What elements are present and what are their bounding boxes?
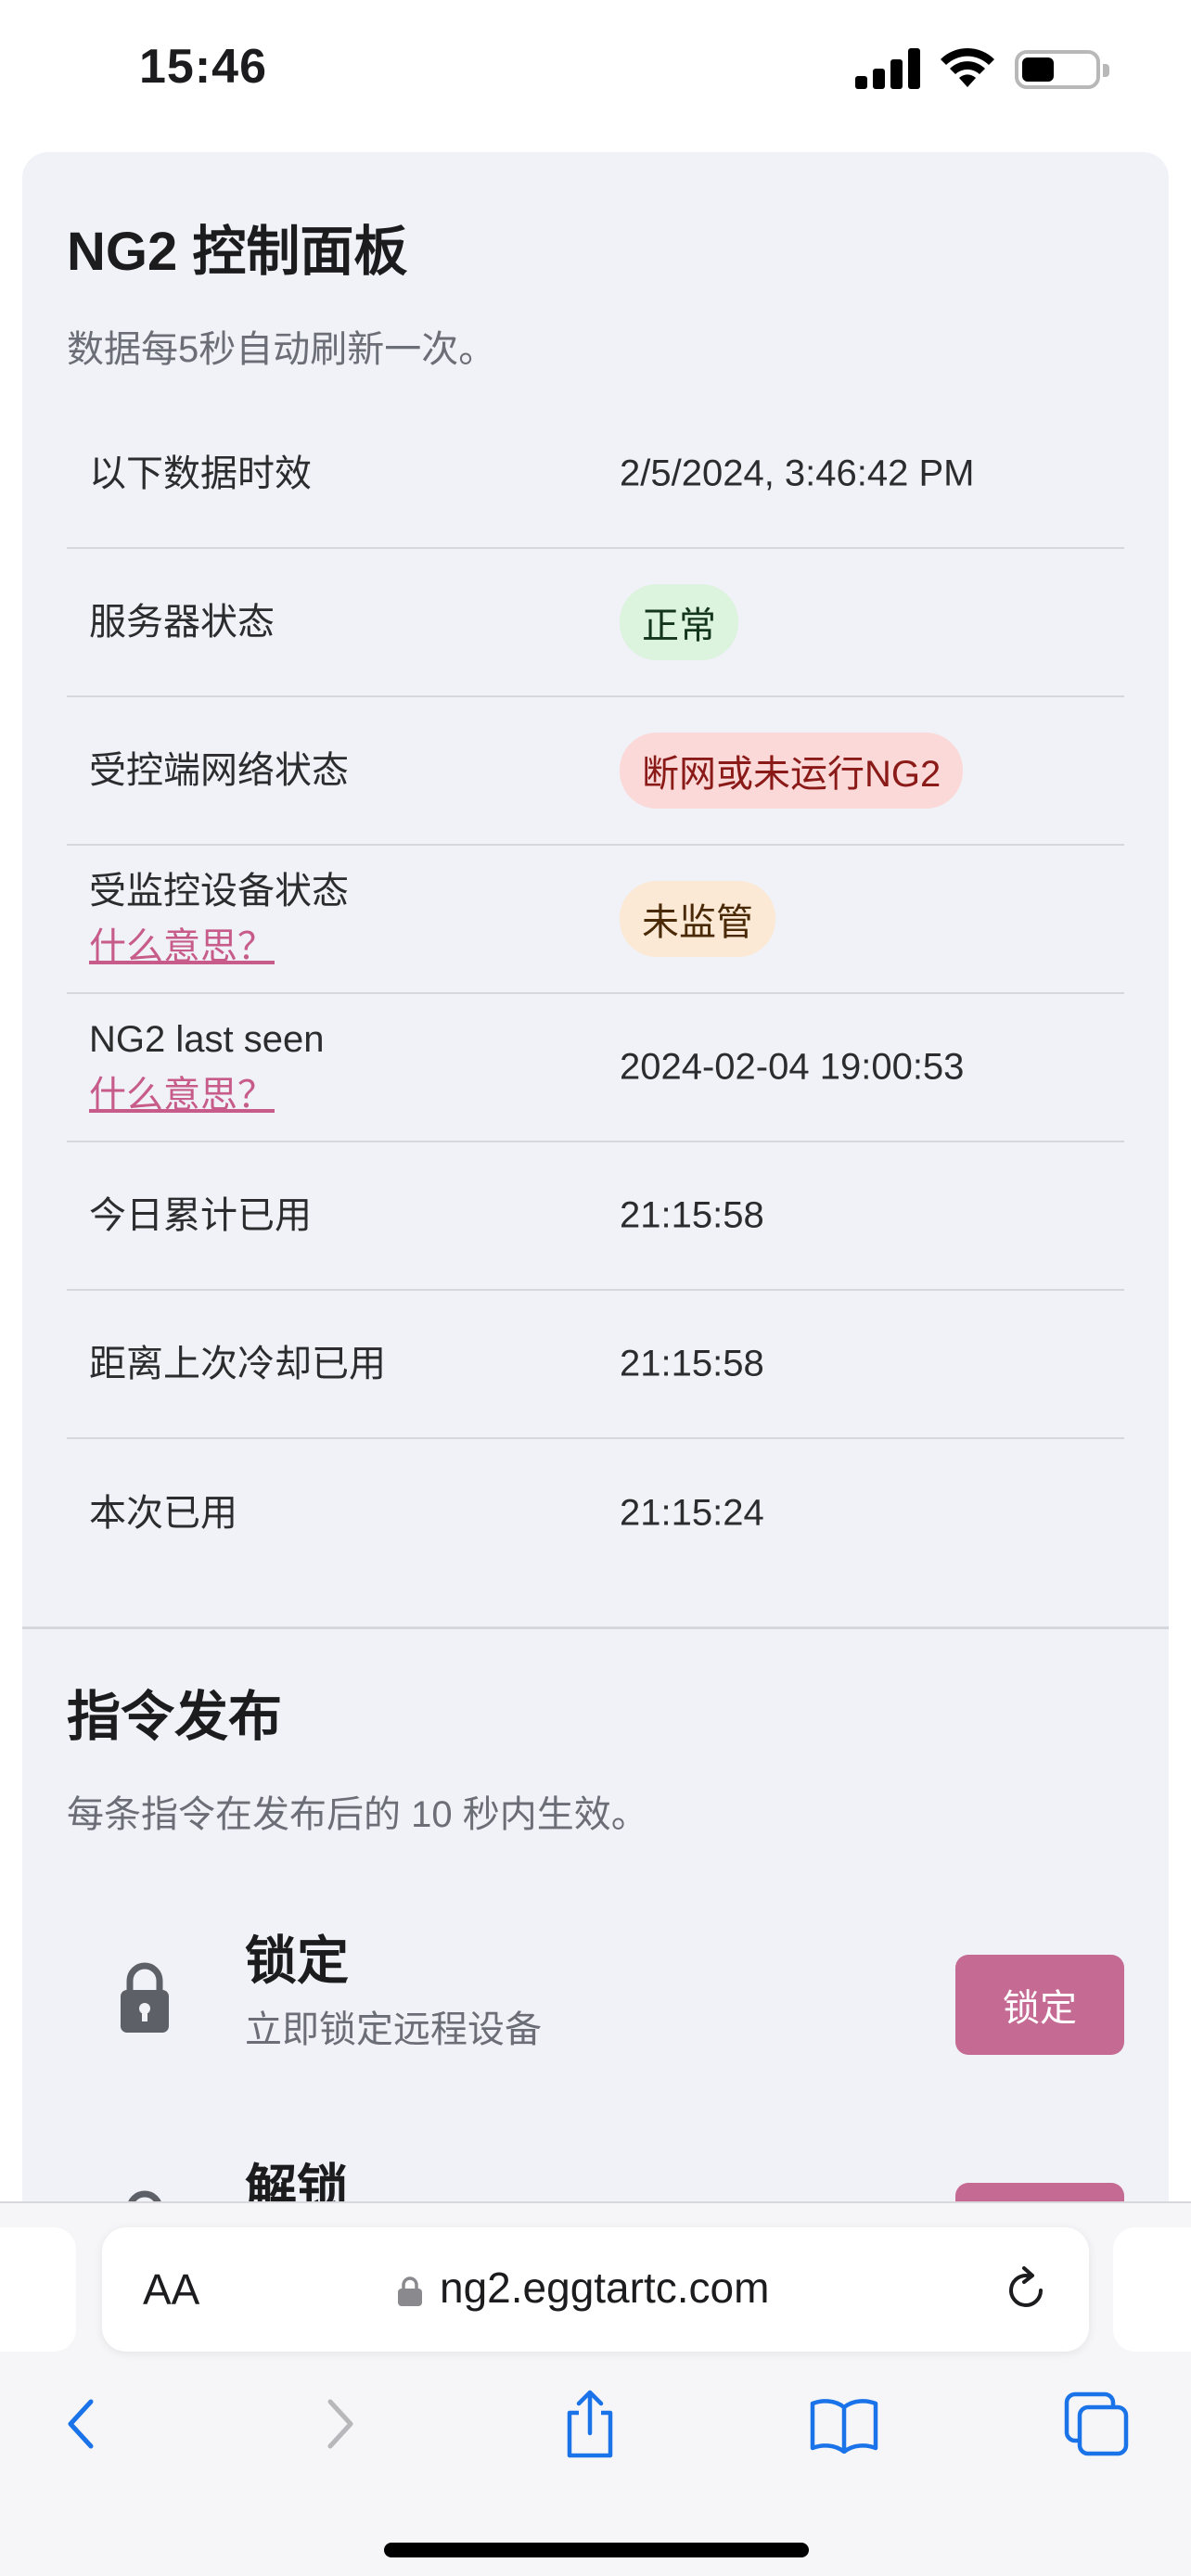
status-badge: 断网或未运行NG2 — [620, 733, 964, 809]
url-text: ng2.eggtartc.com — [440, 2264, 770, 2312]
section-divider — [22, 1626, 1169, 1629]
battery-icon — [1015, 50, 1109, 89]
forward-button[interactable] — [295, 2379, 384, 2468]
table-row: 以下数据时效 2/5/2024, 3:46:42 PM — [67, 401, 1124, 549]
table-row: 受监控设备状态 什么意思？ 未监管 — [67, 846, 1124, 994]
tabs-button[interactable] — [1052, 2379, 1141, 2468]
reader-settings-button[interactable]: AA — [143, 2264, 199, 2315]
bookmarks-button[interactable] — [800, 2379, 889, 2468]
help-link[interactable]: 什么意思？ — [89, 919, 349, 975]
page-subtitle: 数据每5秒自动刷新一次。 — [67, 329, 496, 370]
status-bar: 15:46 — [0, 0, 1191, 148]
row-value: 正常 — [620, 584, 738, 660]
row-value: 2024-02-04 19:00:53 — [620, 1046, 965, 1088]
screen: 15:46 NG2 控制面板 数据每5秒自动刷新一次。 以下数据时效 2/5/2… — [0, 0, 1191, 2576]
page-title: NG2 控制面板 — [67, 222, 408, 282]
row-label: 受控端网络状态 — [89, 750, 349, 791]
wifi-icon — [941, 47, 994, 87]
table-row: NG2 last seen 什么意思？ 2024-02-04 19:00:53 — [67, 994, 1124, 1142]
chevron-left-icon — [68, 2399, 94, 2449]
command-item-lock: 锁定 立即锁定远程设备 锁定 — [67, 1905, 1124, 2090]
row-label-group: NG2 last seen 什么意思？ — [89, 1012, 324, 1123]
command-desc: 立即锁定远程设备 — [245, 2009, 542, 2050]
share-icon — [567, 2390, 613, 2458]
row-label: 本次已用 — [89, 1493, 237, 1534]
next-tab-card[interactable] — [1113, 2227, 1191, 2352]
reload-icon[interactable] — [998, 2263, 1054, 2318]
status-table: 以下数据时效 2/5/2024, 3:46:42 PM 服务器状态 正常 受控端… — [67, 401, 1124, 1588]
share-button[interactable] — [545, 2379, 634, 2468]
lock-button[interactable]: 锁定 — [955, 1955, 1124, 2055]
lock-icon — [121, 1962, 169, 2033]
table-row: 距离上次冷却已用 21:15:58 — [67, 1291, 1124, 1439]
commands-title: 指令发布 — [67, 1687, 283, 1747]
status-badge: 未监管 — [620, 881, 775, 957]
row-label: 服务器状态 — [89, 602, 275, 643]
aa-label: AA — [143, 2265, 200, 2314]
row-label: 今日累计已用 — [89, 1195, 312, 1236]
row-label: NG2 last seen — [89, 1019, 325, 1060]
home-indicator — [384, 2543, 809, 2557]
cellular-signal-icon — [855, 48, 920, 89]
browser-toolbar — [0, 2379, 1191, 2491]
table-row: 受控端网络状态 断网或未运行NG2 — [67, 697, 1124, 846]
row-value: 断网或未运行NG2 — [620, 733, 964, 809]
row-value: 21:15:58 — [620, 1194, 764, 1236]
back-button[interactable] — [37, 2379, 126, 2468]
row-value: 21:15:24 — [620, 1492, 764, 1534]
address-bar[interactable]: AA ng2.eggtartc.com — [102, 2227, 1089, 2352]
row-value: 2/5/2024, 3:46:42 PM — [620, 453, 975, 494]
tabs-icon — [1064, 2391, 1129, 2456]
commands-subtitle: 每条指令在发布后的 10 秒内生效。 — [67, 1794, 648, 1835]
browser-bottom-bar: AA ng2.eggtartc.com — [0, 2201, 1191, 2576]
previous-tab-card[interactable] — [0, 2227, 76, 2352]
row-value: 21:15:58 — [620, 1343, 764, 1384]
row-label: 受监控设备状态 — [89, 871, 349, 912]
row-value: 未监管 — [620, 881, 775, 957]
status-time: 15:46 — [139, 40, 267, 94]
chevron-right-icon — [327, 2399, 353, 2449]
table-row: 服务器状态 正常 — [67, 549, 1124, 697]
row-label: 以下数据时效 — [89, 453, 312, 494]
secure-lock-icon — [398, 2276, 422, 2306]
book-icon — [810, 2399, 878, 2454]
table-row: 今日累计已用 21:15:58 — [67, 1142, 1124, 1291]
table-row: 本次已用 21:15:24 — [67, 1439, 1124, 1588]
row-label: 距离上次冷却已用 — [89, 1344, 386, 1384]
command-name: 锁定 — [245, 1932, 349, 1990]
row-label-group: 受监控设备状态 什么意思？ — [89, 863, 349, 975]
status-badge: 正常 — [620, 584, 738, 660]
help-link[interactable]: 什么意思？ — [89, 1067, 324, 1123]
